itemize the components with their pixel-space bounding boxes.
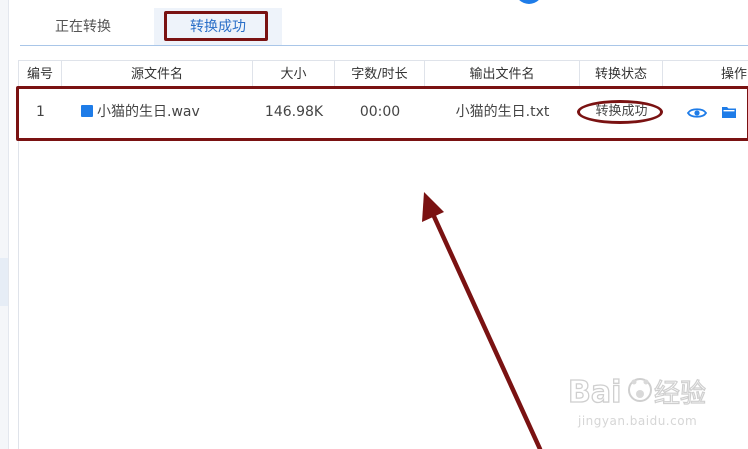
watermark-url: jingyan.baidu.com	[578, 414, 698, 428]
svg-text:Bai: Bai	[568, 375, 621, 410]
svg-text:经验: 经验	[654, 379, 706, 409]
baidu-watermark-logo: Bai 经验	[566, 368, 716, 416]
